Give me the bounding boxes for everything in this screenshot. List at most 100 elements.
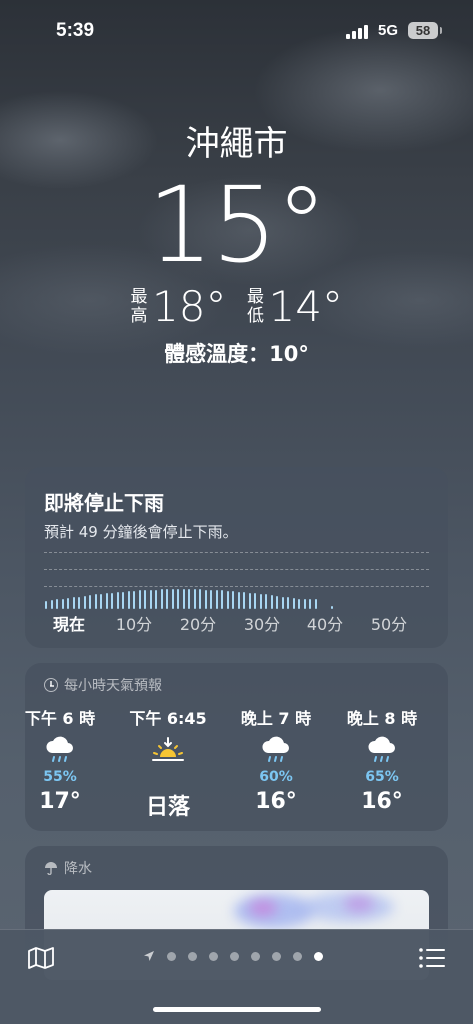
hourly-temp: 16° — [255, 789, 297, 814]
low-temperature: 14° — [268, 282, 343, 331]
home-indicator — [153, 1007, 321, 1012]
rain-card-title: 即將停止下雨 — [44, 491, 164, 515]
network-type: 5G — [378, 22, 399, 39]
sunset-icon — [113, 735, 223, 769]
rain-bar — [89, 595, 92, 609]
rain-bar — [111, 592, 114, 609]
rain-bar — [265, 594, 268, 609]
rain-bar — [215, 590, 218, 609]
rain-bar — [188, 589, 191, 609]
hourly-temp: 16° — [361, 789, 403, 814]
rain-bar — [276, 595, 279, 609]
rain-bar — [287, 597, 290, 609]
rain-bar — [50, 600, 53, 609]
rain-chart-x-axis: 現在 10分 20分 30分 40分 50分 — [25, 611, 448, 634]
map-icon[interactable] — [27, 946, 55, 970]
hourly-precip: 60% — [259, 769, 293, 785]
cellular-signal-icon — [346, 25, 370, 39]
city-name: 沖繩市 — [185, 124, 288, 164]
hourly-item-sunset: 下午 6:45 日落 — [113, 705, 223, 821]
hourly-item: 晚上 7 時 60% 16° — [221, 705, 331, 814]
rain-bar — [292, 597, 295, 609]
rain-bar — [122, 591, 125, 609]
list-icon[interactable] — [418, 946, 446, 970]
hourly-header-label: 每小時天氣預報 — [64, 678, 162, 694]
rain-bar — [160, 589, 163, 609]
rain-bar — [226, 590, 229, 609]
rain-bar — [138, 590, 141, 609]
cloud-rain-icon — [221, 735, 331, 769]
rain-bar — [254, 593, 257, 609]
chart-gridline — [44, 552, 429, 553]
x-label: 10分 — [115, 615, 153, 634]
clock-icon — [44, 678, 58, 692]
rain-bar — [232, 591, 235, 609]
hourly-precip — [113, 769, 223, 785]
rain-intensity-chart — [44, 579, 429, 609]
hourly-time: 晚上 7 時 — [240, 709, 312, 728]
hourly-temp: 日落 — [145, 795, 190, 820]
rain-bar — [243, 592, 246, 609]
page-dot[interactable] — [293, 951, 302, 961]
rain-bar — [171, 589, 174, 609]
rain-bar — [100, 593, 103, 609]
high-label: 最高 — [130, 286, 148, 326]
rain-bar — [105, 593, 108, 609]
page-dot[interactable] — [209, 951, 218, 961]
x-label: 30分 — [243, 615, 281, 634]
high-low: 最高 18° 最低 14° — [0, 282, 473, 331]
rain-bar — [127, 591, 130, 609]
rain-bar — [45, 601, 47, 609]
rain-bar — [78, 596, 81, 609]
umbrella-icon — [44, 861, 58, 876]
x-label-now: 現在 — [52, 615, 86, 634]
rain-bar — [166, 589, 169, 609]
page-dot[interactable] — [230, 951, 239, 961]
x-label: 50分 — [370, 615, 408, 634]
rain-bar — [72, 597, 75, 609]
hourly-time: 下午 6:45 — [129, 709, 207, 728]
x-label: 20分 — [179, 615, 217, 634]
page-dot-active[interactable] — [314, 951, 323, 961]
hourly-precip: 55% — [43, 769, 77, 785]
status-bar: 5:39 5G 58 — [0, 0, 473, 60]
rain-forecast-card[interactable]: 即將停止下雨 預計 49 分鐘後會停止下雨。 現在 10分 20分 30分 40… — [25, 467, 448, 648]
rain-bar — [314, 599, 317, 609]
low-label: 最低 — [247, 286, 264, 326]
feels-like: 體感溫度：10° — [164, 342, 309, 366]
battery-icon: 58 — [408, 22, 442, 39]
page-dot[interactable] — [188, 951, 197, 961]
page-dot[interactable] — [272, 951, 281, 961]
page-dot[interactable] — [167, 951, 176, 961]
rain-bar — [193, 589, 196, 609]
page-indicator[interactable] — [143, 950, 323, 962]
hourly-item: 下午 6 時 55% 17° — [5, 705, 115, 814]
rain-bar — [298, 598, 301, 609]
rain-bar — [303, 599, 306, 609]
status-time: 5:39 — [56, 20, 95, 41]
current-temperature: 15° — [147, 164, 327, 286]
high-temperature: 18° — [152, 282, 227, 331]
rain-bar — [61, 598, 64, 609]
rain-bar — [331, 606, 334, 609]
precipitation-header-label: 降水 — [64, 861, 92, 877]
hourly-temp: 17° — [39, 789, 81, 814]
hourly-precip: 65% — [365, 769, 399, 785]
hourly-forecast-card[interactable]: 每小時天氣預報 下午 6 時 55% 17° 下午 6:45 日落 晚上 7 時… — [25, 663, 448, 831]
rain-bar — [248, 592, 251, 609]
bottom-toolbar — [0, 929, 473, 1024]
rain-bar — [56, 599, 58, 609]
x-label: 40分 — [306, 615, 344, 634]
chart-gridline — [44, 569, 429, 570]
page-dot[interactable] — [251, 951, 260, 961]
rain-bar — [182, 589, 185, 609]
rain-bar — [270, 595, 273, 609]
rain-bar — [155, 589, 158, 609]
hourly-time: 晚上 8 時 — [346, 709, 418, 728]
rain-bar — [204, 589, 207, 609]
rain-bar — [309, 599, 312, 609]
hourly-header: 每小時天氣預報 — [44, 675, 162, 695]
rain-bar — [199, 589, 202, 609]
rain-bar — [116, 592, 119, 609]
rain-bar — [144, 590, 147, 609]
